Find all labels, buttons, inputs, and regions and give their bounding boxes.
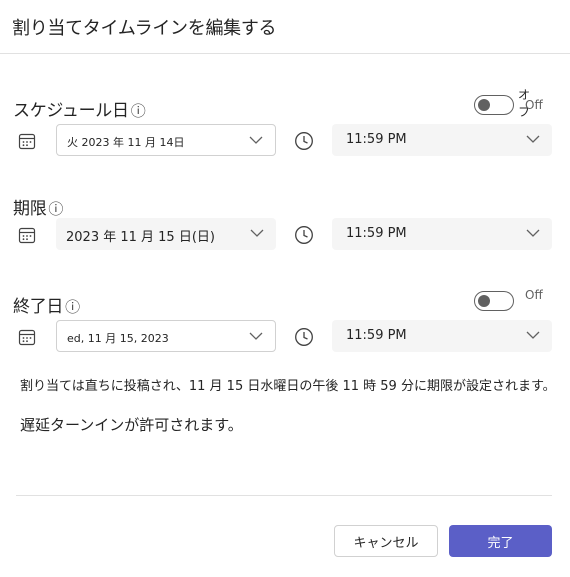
close-label: 終了日 ⓘ xyxy=(13,292,80,317)
calendar-icon xyxy=(18,329,36,346)
toggle-knob xyxy=(478,99,490,111)
info-icon[interactable]: ⓘ xyxy=(131,100,146,121)
done-button[interactable]: 完了 xyxy=(449,525,552,557)
schedule-time-value: 11:59 PM xyxy=(346,132,407,147)
toggle-knob xyxy=(478,295,490,307)
due-time-picker[interactable]: 11:59 PM xyxy=(332,218,552,250)
chevron-down-icon xyxy=(526,229,540,237)
info-icon[interactable]: ⓘ xyxy=(48,198,63,219)
chevron-down-icon xyxy=(250,229,264,237)
schedule-date-value: 火 2023 年 11 月 14日 xyxy=(67,136,185,149)
schedule-date-picker[interactable]: 火 2023 年 11 月 14日 xyxy=(56,124,276,156)
chevron-down-icon xyxy=(249,332,263,340)
calendar-icon xyxy=(18,133,36,150)
schedule-time-picker[interactable]: 11:59 PM xyxy=(332,124,552,156)
clock-icon xyxy=(295,226,313,244)
chevron-down-icon xyxy=(526,135,540,143)
footer-divider xyxy=(16,495,552,496)
dialog-title: 割り当てタイムラインを編集する xyxy=(12,18,277,39)
due-date-value: 2023 年 11 月 15 日(日) xyxy=(66,230,215,245)
due-time-value: 11:59 PM xyxy=(346,226,407,241)
calendar-icon xyxy=(18,227,36,244)
cancel-button[interactable]: キャンセル xyxy=(334,525,438,557)
clock-icon xyxy=(295,132,313,150)
chevron-down-icon xyxy=(249,136,263,144)
close-toggle-label: Off xyxy=(525,288,543,302)
schedule-toggle-label: Off xyxy=(525,98,543,112)
due-row: 2023 年 11 月 15 日(日) 11:59 PM xyxy=(0,218,570,252)
schedule-row: 火 2023 年 11 月 14日 11:59 PM xyxy=(0,124,570,158)
close-time-picker[interactable]: 11:59 PM xyxy=(332,320,552,352)
schedule-label: スケジュール日 ⓘ xyxy=(13,96,146,121)
dialog-header: 割り当てタイムラインを編集する xyxy=(0,0,570,54)
info-icon[interactable]: ⓘ xyxy=(65,296,80,317)
schedule-toggle[interactable] xyxy=(474,95,514,115)
close-row: ed, 11 月 15, 2023 11:59 PM xyxy=(0,320,570,354)
close-date-picker[interactable]: ed, 11 月 15, 2023 xyxy=(56,320,276,352)
due-label-text: 期限 xyxy=(13,199,47,219)
due-label: 期限 ⓘ xyxy=(13,194,63,219)
schedule-label-text: スケジュール日 xyxy=(13,101,129,121)
close-time-value: 11:59 PM xyxy=(346,328,407,343)
chevron-down-icon xyxy=(526,331,540,339)
close-toggle[interactable] xyxy=(474,291,514,311)
close-date-value: ed, 11 月 15, 2023 xyxy=(67,332,169,345)
clock-icon xyxy=(295,328,313,346)
due-date-picker[interactable]: 2023 年 11 月 15 日(日) xyxy=(56,218,276,250)
late-turnin-note: 遅延ターンインが許可されます。 xyxy=(20,416,243,434)
close-label-text: 終了日 xyxy=(13,297,64,317)
timeline-summary: 割り当ては直ちに投稿され、11 月 15 日水曜日の午後 11 時 59 分に期… xyxy=(20,379,556,394)
